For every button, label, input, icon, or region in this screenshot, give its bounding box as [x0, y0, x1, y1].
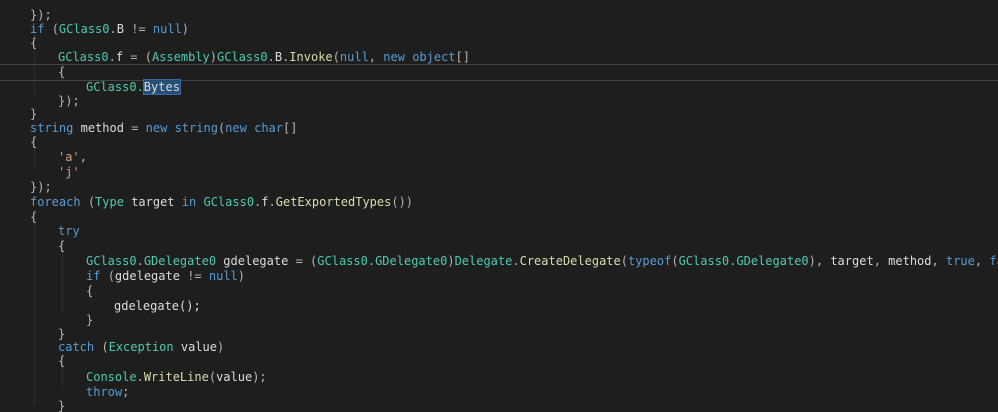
code-line[interactable]: if (GClass0.B != null)	[0, 7, 189, 36]
code-line[interactable]: {	[0, 21, 37, 50]
code-text: gdelegate();	[114, 299, 201, 313]
code-line[interactable]: {	[0, 120, 37, 149]
current-code-line[interactable]: GClass0.Bytes	[0, 64, 995, 95]
code-line[interactable]: 'j'	[0, 150, 80, 179]
code-line[interactable]: Console.WriteLine(value);	[0, 355, 267, 384]
code-line[interactable]: gdelegate();	[0, 284, 201, 313]
code-text: GClass0.GDelegate0 gdelegate = (GClass0.…	[86, 254, 998, 268]
code-text: string method = new string(new char[]	[30, 121, 298, 135]
code-text: foreach (Type target in GClass0.f.GetExp…	[30, 195, 414, 209]
code-text: });	[30, 180, 52, 194]
code-line[interactable]: try	[0, 209, 80, 238]
code-text: {	[58, 239, 66, 253]
code-line[interactable]: throw;	[0, 370, 129, 399]
code-text: try	[58, 224, 80, 238]
code-text: }	[58, 399, 66, 412]
code-line[interactable]: {	[0, 224, 65, 253]
code-editor[interactable]: }); if (GClass0.B != null) { GClass0.f =…	[0, 0, 998, 412]
selected-text[interactable]: Bytes	[142, 79, 181, 95]
code-text: if (GClass0.B != null)	[30, 22, 190, 36]
code-text: 'j'	[58, 165, 80, 179]
code-text: });	[58, 94, 80, 108]
code-line[interactable]: {	[0, 195, 37, 224]
code-text: {	[30, 210, 38, 224]
code-text: GClass0.Bytes	[86, 79, 181, 95]
code-line[interactable]: }	[0, 298, 93, 327]
code-line[interactable]: {	[0, 339, 65, 368]
indent-guide	[34, 210, 35, 405]
code-text: catch (Exception value)	[58, 340, 225, 354]
code-text: }	[86, 313, 94, 327]
code-line[interactable]: GClass0.f = (Assembly)GClass0.B.Invoke(n…	[0, 35, 470, 64]
code-line[interactable]: {	[0, 50, 65, 79]
code-text: {	[30, 135, 38, 149]
code-line[interactable]: if (gdelegate != null)	[0, 254, 245, 283]
code-text: {	[86, 284, 94, 298]
code-line[interactable]: string method = new string(new char[]	[0, 106, 297, 135]
code-line[interactable]: GClass0.GDelegate0 gdelegate = (GClass0.…	[0, 239, 998, 268]
code-text: Console.WriteLine(value);	[86, 370, 267, 384]
code-line[interactable]: {	[0, 269, 93, 298]
code-text: GClass0.f = (Assembly)GClass0.B.Invoke(n…	[58, 50, 470, 64]
code-text: }	[30, 107, 38, 121]
code-text: if (gdelegate != null)	[86, 269, 246, 283]
code-text: 'a',	[58, 150, 87, 164]
code-line[interactable]: }	[0, 384, 65, 412]
code-text: });	[30, 8, 52, 22]
code-line[interactable]: }	[0, 398, 29, 412]
code-line[interactable]: catch (Exception value)	[0, 325, 224, 354]
code-line[interactable]: });	[0, 165, 52, 194]
code-text: {	[30, 36, 38, 50]
code-line[interactable]: 'a',	[0, 135, 87, 164]
code-line[interactable]: }	[0, 92, 37, 121]
code-line[interactable]: foreach (Type target in GClass0.f.GetExp…	[0, 180, 413, 209]
code-text: throw;	[86, 385, 130, 399]
code-text: {	[58, 354, 66, 368]
